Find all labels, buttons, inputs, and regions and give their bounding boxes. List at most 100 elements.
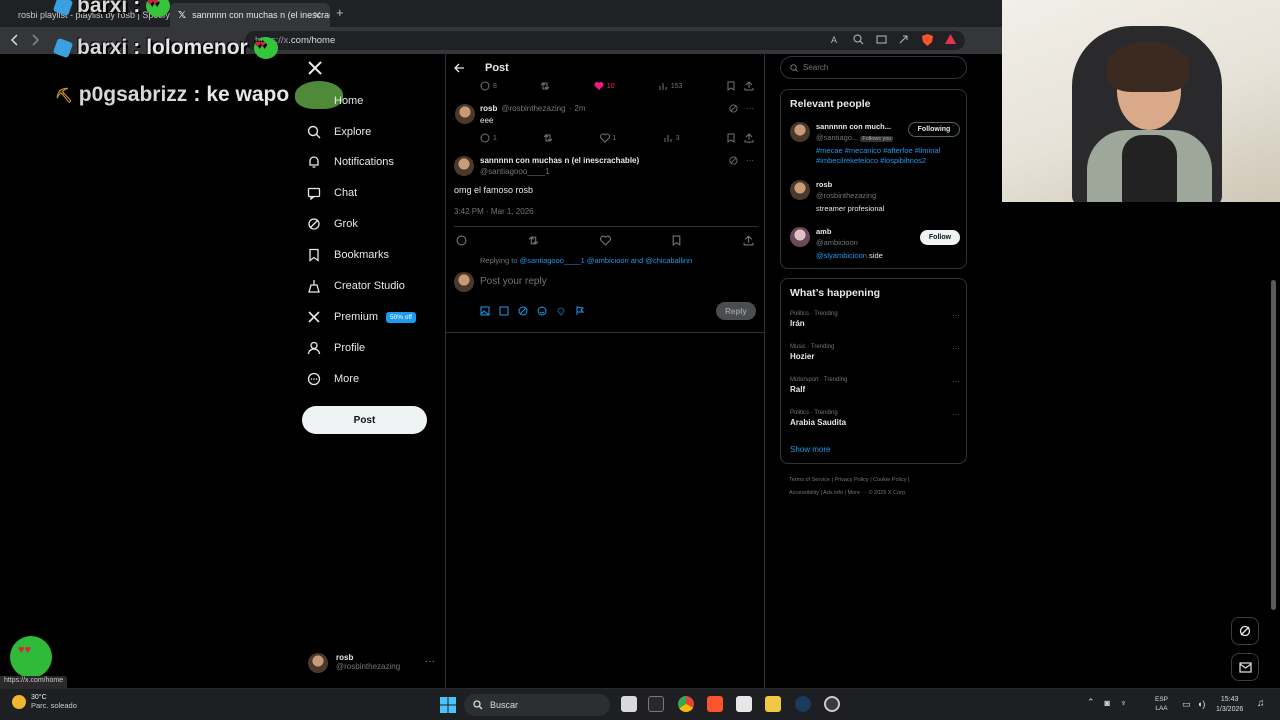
- nav-home[interactable]: Home: [334, 91, 363, 111]
- share-icon[interactable]: [743, 235, 754, 246]
- nav-profile[interactable]: Profile: [307, 338, 365, 358]
- trend-item[interactable]: Music · Trending Hozier ···: [790, 344, 960, 361]
- grok-icon[interactable]: [729, 104, 738, 113]
- account-switcher[interactable]: rosb @rosbinthezazing: [308, 653, 400, 673]
- show-more-link[interactable]: Show more: [790, 445, 830, 454]
- chevron-up-icon[interactable]: ⌃: [1087, 697, 1095, 708]
- microphone-icon[interactable]: ♆: [1120, 698, 1127, 708]
- flag-icon[interactable]: [575, 306, 585, 316]
- close-tab-icon[interactable]: ✕: [313, 9, 322, 22]
- post-button[interactable]: Post: [302, 406, 427, 434]
- share-icon[interactable]: [744, 81, 754, 91]
- file-explorer-icon[interactable]: [765, 696, 781, 712]
- like-action[interactable]: 10: [594, 81, 614, 91]
- x-logo-icon[interactable]: [307, 60, 323, 76]
- avatar[interactable]: [454, 156, 474, 176]
- avatar[interactable]: [455, 104, 475, 124]
- repost-action[interactable]: [540, 81, 550, 91]
- nav-notifications[interactable]: Notifications: [307, 152, 394, 172]
- repost-action[interactable]: [543, 133, 553, 143]
- repost-icon[interactable]: [528, 235, 539, 246]
- bookmark-icon[interactable]: [726, 133, 736, 143]
- more-horizontal-icon[interactable]: ···: [952, 377, 960, 386]
- image-icon[interactable]: [480, 306, 490, 316]
- obs-icon[interactable]: [824, 696, 840, 712]
- person-bio[interactable]: #mecae #mecanico #afterfoe #liminal #imb…: [816, 146, 966, 166]
- following-button[interactable]: Following: [908, 122, 960, 137]
- clock[interactable]: 15:43 1/3/2026: [1216, 695, 1243, 715]
- epic-games-icon[interactable]: [648, 696, 664, 712]
- more-horizontal-icon[interactable]: ···: [425, 656, 435, 667]
- reply-input[interactable]: Post your reply: [480, 276, 547, 287]
- location-icon[interactable]: [556, 306, 566, 316]
- grok-float-button[interactable]: [1231, 617, 1259, 645]
- nav-grok[interactable]: Grok: [307, 214, 358, 234]
- messages-float-button[interactable]: [1231, 653, 1259, 681]
- gif-icon[interactable]: [499, 306, 509, 316]
- cast-icon[interactable]: [876, 34, 887, 45]
- views-action[interactable]: 153: [658, 81, 683, 91]
- more-horizontal-icon[interactable]: ···: [952, 410, 960, 419]
- language-indicator[interactable]: ESP LAA: [1155, 695, 1168, 713]
- like-action[interactable]: 1: [599, 133, 616, 143]
- nav-creator-studio[interactable]: Creator Studio: [307, 276, 405, 296]
- grok-icon[interactable]: [729, 156, 738, 165]
- share-icon[interactable]: [744, 133, 754, 143]
- reply-action[interactable]: 8: [480, 81, 497, 91]
- bookmark-icon[interactable]: [671, 235, 682, 246]
- more-horizontal-icon[interactable]: ···: [746, 156, 754, 165]
- nav-bookmarks[interactable]: Bookmarks: [307, 245, 389, 265]
- taskbar-search[interactable]: Buscar: [464, 694, 610, 716]
- replying-to: Replying to @santiagooo____1 @ambicioon …: [480, 256, 693, 265]
- brave-shield-icon[interactable]: [922, 34, 933, 46]
- repost-icon: [543, 134, 553, 142]
- weather-widget[interactable]: 30°C Parc. soleado: [12, 694, 77, 710]
- person-card[interactable]: rosb @rosbinthezazing streamer profesion…: [790, 180, 960, 216]
- brave-icon[interactable]: [707, 696, 723, 712]
- nav-more[interactable]: More: [307, 369, 359, 389]
- tab-x-post[interactable]: 𝕏 sannnnn con muchas n (el inescrachable…: [170, 3, 330, 27]
- chrome-icon[interactable]: [678, 696, 694, 712]
- grok-icon[interactable]: [518, 306, 528, 316]
- person-card[interactable]: sannnnn con much... @santiago... Follows…: [790, 122, 960, 172]
- brave-rewards-icon[interactable]: [945, 34, 956, 45]
- search-input[interactable]: Search: [780, 56, 967, 79]
- zoom-icon[interactable]: [853, 34, 864, 45]
- discord-icon[interactable]: ◙: [1105, 698, 1110, 708]
- task-view-icon[interactable]: [621, 696, 637, 712]
- person-card[interactable]: amb @ambicioon Follow @slyambicioon side: [790, 227, 960, 263]
- main-tweet-timestamp[interactable]: 3:42 PM · Mar 1, 2026: [454, 207, 534, 216]
- more-horizontal-icon[interactable]: ···: [952, 344, 960, 353]
- more-horizontal-icon[interactable]: ···: [746, 104, 754, 113]
- trend-item[interactable]: Politics · Trending Irán ···: [790, 311, 960, 328]
- main-tweet-author[interactable]: sannnnn con muchas n (el inescrachable) …: [480, 156, 639, 176]
- nav-premium[interactable]: Premium 50% off: [307, 307, 416, 327]
- volume-icon[interactable]: ◖): [1197, 699, 1205, 709]
- follow-button[interactable]: Follow: [920, 230, 960, 245]
- reply-icon[interactable]: [456, 235, 467, 246]
- steam-icon[interactable]: [795, 696, 811, 712]
- more-horizontal-icon[interactable]: ···: [952, 311, 960, 320]
- trend-item[interactable]: Politics · Trending Arabia Saudita ···: [790, 410, 960, 427]
- translate-icon[interactable]: A: [831, 34, 842, 45]
- nav-chat[interactable]: Chat: [307, 183, 357, 203]
- new-tab-icon[interactable]: +: [336, 5, 344, 20]
- trend-item[interactable]: Motorsport · Trending Ralf ···: [790, 377, 960, 394]
- share-icon[interactable]: [898, 34, 909, 45]
- windows-start-icon[interactable]: [440, 697, 456, 713]
- reply-button[interactable]: Reply: [716, 302, 756, 320]
- store-icon[interactable]: [736, 696, 752, 712]
- heart-icon[interactable]: [599, 235, 611, 246]
- nav-explore[interactable]: Explore: [307, 122, 371, 142]
- scrollbar[interactable]: [1271, 280, 1276, 610]
- back-arrow-icon[interactable]: [454, 63, 465, 73]
- views-action[interactable]: 3: [663, 133, 680, 143]
- back-icon[interactable]: [10, 34, 20, 46]
- forward-icon[interactable]: [30, 34, 40, 46]
- emoji-icon[interactable]: [537, 306, 547, 316]
- reply-action[interactable]: 1: [480, 133, 497, 143]
- bookmark-icon[interactable]: [726, 81, 736, 91]
- system-tray: ⌃ ◙ ♆: [1087, 697, 1127, 708]
- notification-bell-icon[interactable]: ♫: [1257, 698, 1265, 709]
- network-icon[interactable]: ▭: [1182, 699, 1191, 710]
